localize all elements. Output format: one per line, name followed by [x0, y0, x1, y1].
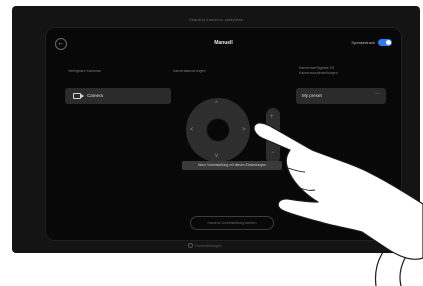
toggle-knob: [386, 40, 391, 45]
more-options-icon[interactable]: ···: [374, 91, 380, 97]
speaker-track-toggle[interactable]: [378, 39, 392, 46]
speaker-track-label: Speakertrack: [351, 40, 375, 45]
info-icon: [188, 243, 193, 248]
zoom-out-icon[interactable]: −: [271, 150, 275, 156]
zoom-in-icon[interactable]: +: [270, 114, 274, 120]
touch-controller-device: Skaidrių kameros valdymas ← Manuell Spea…: [12, 6, 420, 253]
preset-label: My preset: [302, 93, 322, 98]
save-preset-tooltip: Neue Voreinstellung mit diesen Einstellu…: [182, 161, 282, 170]
available-cameras-label: Verfügbare Kameras: [68, 69, 101, 73]
camera-select-button[interactable]: Camera: [65, 88, 171, 104]
pan-right-icon[interactable]: >: [242, 127, 246, 133]
presets-label: Kameraverfügbare Fit Kameravoreinstellun…: [299, 66, 338, 75]
camera-controls-label: Kamerasteuerungen: [173, 69, 206, 73]
footer-hint: Voreinstellungen: [195, 244, 222, 248]
preset-button[interactable]: My preset ···: [296, 88, 386, 104]
panel-title: Manuell: [214, 40, 233, 46]
video-camera-icon: [73, 93, 84, 99]
tilt-down-icon[interactable]: v: [215, 153, 218, 159]
scene: Skaidrių kameros valdymas ← Manuell Spea…: [0, 0, 423, 286]
joystick-center: [206, 118, 230, 142]
camera-label: Camera: [87, 93, 104, 98]
save-preset-button[interactable]: Kamera-Voreinstellung sichern: [190, 216, 274, 230]
tilt-up-icon[interactable]: ^: [215, 101, 218, 107]
pan-left-icon[interactable]: <: [190, 127, 194, 133]
camera-control-panel: ← Manuell Speakertrack Verfügbare Kamera…: [45, 27, 402, 241]
device-top-label: Skaidrių kameros valdymas: [189, 17, 243, 22]
